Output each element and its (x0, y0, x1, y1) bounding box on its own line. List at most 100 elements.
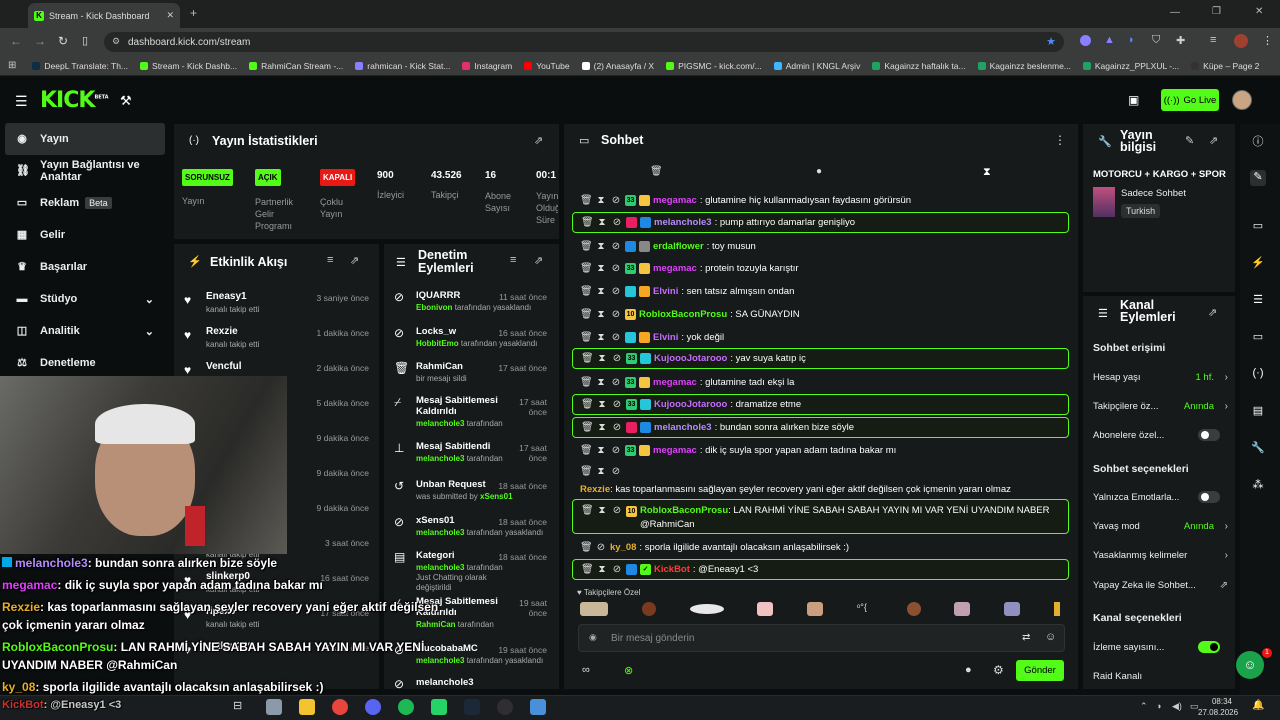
popout-icon[interactable]: ⇗ (534, 254, 543, 267)
wrench-icon[interactable]: 🔧 (1250, 441, 1266, 457)
trash-icon[interactable]: 🗑 (580, 241, 593, 252)
emoji-icon[interactable]: ☺ (1045, 631, 1056, 643)
extension-icon[interactable]: ◗ (1128, 34, 1135, 46)
shield-icon[interactable]: ⛉ (1152, 34, 1160, 47)
chat-message[interactable]: 🗑 ⧗ ⊘ Elvini: yok değil (572, 329, 1069, 345)
close-tab-icon[interactable]: ✕ (166, 10, 174, 21)
ban-icon[interactable]: ⊘ (611, 564, 623, 575)
moderation-row[interactable]: ▤ Kategori melanchole3 tarafından Just Cha… (384, 550, 559, 596)
emote-icon[interactable] (641, 602, 656, 616)
tray-chevron-icon[interactable]: ⌃ (1140, 701, 1148, 712)
url-field[interactable]: ⚙ dashboard.kick.com/stream ★ (104, 32, 1064, 52)
broadcast-icon[interactable]: (·) (1250, 367, 1266, 383)
emote-icon[interactable] (580, 602, 608, 616)
chat-bubble-icon[interactable]: ● (816, 166, 822, 177)
category-thumbnail[interactable] (1093, 187, 1115, 217)
bookmark-item[interactable]: (2) Anasayfa / X (576, 61, 660, 71)
hourglass-icon[interactable]: ⧗ (596, 422, 608, 433)
ban-icon[interactable]: ⊘ (595, 542, 607, 553)
trash-icon[interactable]: 🗑 (581, 504, 594, 518)
hourglass-icon[interactable]: ⧗ (596, 504, 608, 518)
moderation-row[interactable]: ⌿ Mesaj Sabitlemesi Kaldırıldı melanchole3… (384, 395, 559, 441)
chat-message[interactable]: 🗑 ⧗ ⊘ Elvini: sen tatsız almışsın ondan (572, 283, 1069, 299)
bookmark-item[interactable]: rahmican - Kick Stat... (349, 61, 456, 71)
bookmark-item[interactable]: Kagainzz beslenme... (972, 61, 1077, 71)
moderation-log-icon[interactable]: ▤ (1250, 404, 1266, 420)
sidepanel-icon[interactable]: ▯ (82, 34, 88, 47)
bookmark-item[interactable]: Küpe – Page 2 (1185, 61, 1265, 71)
chat-message[interactable]: 🗑 ⧗ ⊘ ✓ KickBot: @Eneasy1 <3 (572, 559, 1069, 580)
bookmark-item[interactable]: YouTube (518, 61, 575, 71)
chat-message[interactable]: 🗑 ⧗ ⊘ 33 megamac: protein tozuyla karıştır (572, 260, 1069, 276)
popout-icon[interactable]: ⇗ (350, 254, 359, 267)
discord-icon[interactable] (365, 699, 381, 715)
ban-icon[interactable]: ⊘ (610, 309, 622, 320)
banned-words-setting[interactable]: Yasaklanmış kelimeler › (1093, 548, 1228, 562)
bookmark-item[interactable]: Stream - Kick Dashb... (134, 61, 243, 71)
hammer-icon[interactable]: ⚒ (120, 93, 132, 109)
trash-icon[interactable]: 🗑 (580, 542, 593, 553)
hourglass-icon[interactable]: ⧗ (595, 464, 607, 479)
ai-chat-setting[interactable]: Yapay Zeka ile Sohbet... ⇗ (1093, 578, 1228, 592)
edit-pencil-icon[interactable]: ✎ (1250, 170, 1266, 186)
kick-points-icon[interactable]: ⊗ (624, 664, 633, 677)
sidebar-item-reklam[interactable]: ▭ Reklam Beta (0, 187, 170, 219)
trash-icon[interactable]: 🗑 (580, 464, 593, 479)
browser-tab[interactable]: K Stream - Kick Dashboard ✕ (28, 3, 180, 28)
reload-icon[interactable]: ↻ (58, 34, 68, 48)
file-manager-icon[interactable] (266, 699, 282, 715)
popout-icon[interactable]: ⇗ (1208, 306, 1217, 319)
trash-icon[interactable]: 🗑 (581, 564, 594, 575)
chat-message[interactable]: 🗑 ⊘ ky_08: sporla ilgilide avantajlı olaca… (572, 539, 1069, 555)
account-age-setting[interactable]: Hesap yaşı 1 hf. › (1093, 370, 1228, 384)
ban-icon[interactable]: ⊘ (610, 263, 622, 274)
viewer-count-setting[interactable]: İzleme sayısını... (1093, 640, 1228, 654)
ban-icon[interactable]: ⊘ (610, 241, 622, 252)
emote-icon[interactable] (954, 602, 971, 616)
emotes-only-toggle[interactable] (1198, 491, 1220, 503)
chat-message[interactable]: 🗑 ⧗ ⊘ melanchole3: pump attırıyo damarlar g… (572, 212, 1069, 233)
profile-avatar-icon[interactable] (1234, 34, 1248, 48)
activity-row[interactable]: ♥ Rexzie kanalı takip etti 1 dakika önce (174, 318, 379, 353)
chat-message[interactable]: 🗑 ⧗ ⊘ 33 megamac: glutamine tadı ekşi la (572, 374, 1069, 390)
go-live-button[interactable]: ((·)) Go Live (1161, 89, 1219, 111)
support-chat-icon[interactable]: ☺ (1236, 651, 1264, 679)
hourglass-icon[interactable]: ⧗ (596, 564, 608, 575)
popout-icon[interactable]: ⇗ (534, 134, 543, 147)
sidebar-item-stream-key[interactable]: ⛓ Yayın Bağlantısı ve Anahtar (0, 155, 170, 187)
ban-icon[interactable]: ⊘ (610, 286, 622, 297)
trash-icon[interactable]: 🗑 (581, 399, 594, 410)
activity-row[interactable]: ♥ Eneasy1 kanalı takip etti 3 saniye önce (174, 283, 379, 318)
extensions-puzzle-icon[interactable]: ✚ (1176, 34, 1185, 47)
new-tab-icon[interactable]: + (190, 6, 197, 20)
app-icon[interactable] (530, 699, 546, 715)
headset-icon[interactable]: ◑ (1156, 701, 1161, 711)
menu-list-icon[interactable]: ≡ (1210, 34, 1216, 46)
spotify-icon[interactable] (398, 699, 414, 715)
trash-icon[interactable]: 🗑 (580, 445, 593, 456)
window-close-icon[interactable]: ✕ (1255, 6, 1263, 17)
emote-icon[interactable] (757, 602, 774, 616)
clock-date[interactable]: 27.08.2026 (1198, 708, 1238, 717)
site-info-icon[interactable]: ⚙ (112, 36, 120, 47)
bookmark-item[interactable]: PIGSMC - kick.com/... (660, 61, 768, 71)
bookmark-item[interactable]: Admin | KNGL Arşiv (768, 61, 867, 71)
edit-pencil-icon[interactable]: ✎ (1185, 134, 1194, 147)
subs-only-toggle[interactable] (1198, 429, 1220, 441)
followers-only-setting[interactable]: Takipçilere öz... Anında › (1093, 399, 1228, 413)
bookmark-star-icon[interactable]: ★ (1046, 35, 1056, 48)
bookmark-item[interactable]: Instagram (456, 61, 518, 71)
infinity-icon[interactable]: ∞ (582, 664, 590, 676)
ban-icon[interactable]: ⊘ (611, 504, 623, 518)
chrome-icon[interactable] (332, 699, 348, 715)
hourglass-icon[interactable]: ⧗ (595, 241, 607, 252)
stream-preview-icon[interactable]: ▭ (1250, 219, 1266, 235)
folder-icon[interactable] (299, 699, 315, 715)
trash-icon[interactable]: 🗑 (580, 377, 593, 388)
ban-icon[interactable]: ⊘ (610, 332, 622, 343)
trash-icon[interactable]: 🗑 (581, 422, 594, 433)
emote-icon[interactable] (807, 602, 824, 616)
hourglass-icon[interactable]: ⧗ (595, 195, 607, 206)
clock-time[interactable]: 08:34 (1206, 697, 1232, 706)
chat-bubble-icon[interactable]: ▭ (1250, 330, 1266, 346)
